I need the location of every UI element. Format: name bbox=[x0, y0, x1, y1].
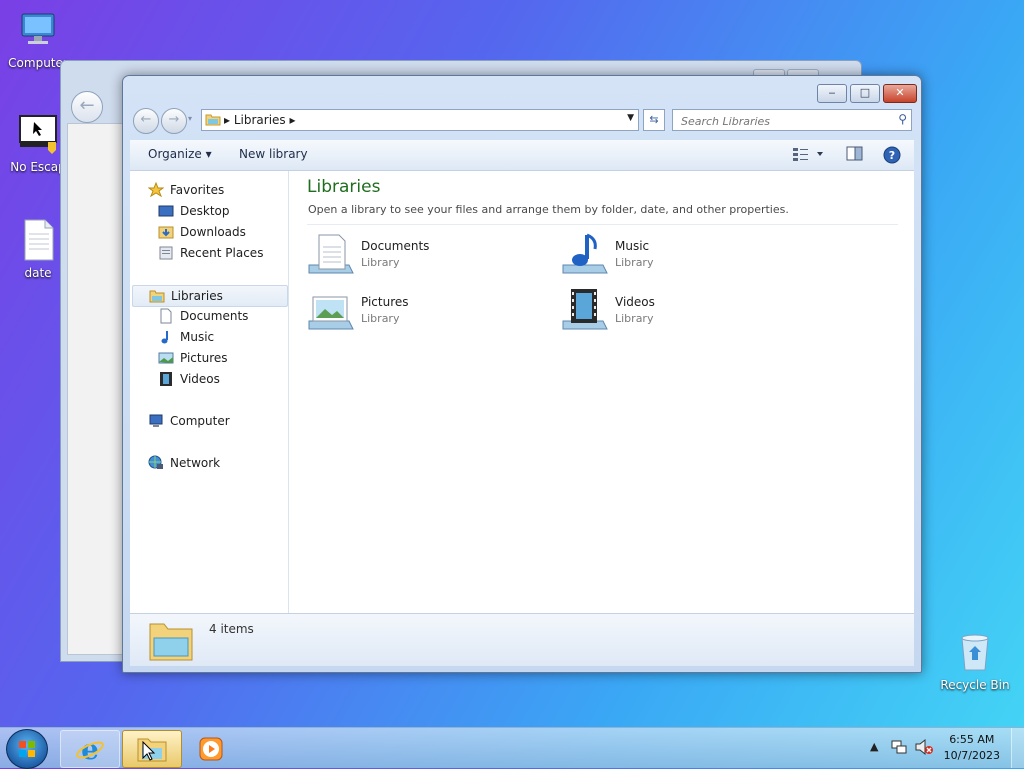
refresh-button[interactable]: ⇆ bbox=[643, 109, 665, 131]
taskbar-media-player[interactable] bbox=[184, 730, 242, 766]
navigation-bar: ← → ▾ ▸ Libraries ▸ ▼ ⇆ ⚲ bbox=[131, 106, 915, 134]
minimize-button[interactable]: ‒ bbox=[817, 84, 847, 103]
preview-pane-icon[interactable] bbox=[846, 146, 864, 165]
computer-small-icon bbox=[148, 413, 164, 429]
command-bar: Organize ▾ New library ? bbox=[130, 140, 914, 171]
library-videos[interactable]: Videos Library bbox=[561, 287, 791, 339]
nav-pictures[interactable]: Pictures bbox=[158, 348, 228, 368]
text-file-icon bbox=[16, 218, 60, 262]
nav-desktop[interactable]: Desktop bbox=[158, 201, 230, 221]
explorer-window[interactable]: ‒ □ ✕ ← → ▾ ▸ Libraries ▸ ▼ ⇆ ⚲ Organize… bbox=[122, 75, 922, 673]
search-input[interactable] bbox=[679, 112, 883, 130]
videos-library-icon bbox=[561, 287, 609, 335]
nav-recent-places[interactable]: Recent Places bbox=[158, 243, 263, 263]
new-library-button[interactable]: New library bbox=[239, 147, 308, 161]
shortcut-monitor-icon bbox=[16, 112, 60, 156]
nav-favorites[interactable]: Favorites bbox=[147, 180, 224, 200]
clock-date: 10/7/2023 bbox=[943, 749, 1000, 762]
pictures-icon bbox=[158, 350, 174, 366]
libraries-folder-icon bbox=[205, 113, 221, 126]
change-view-icon[interactable] bbox=[792, 146, 826, 165]
libraries-icon bbox=[149, 288, 165, 304]
library-documents[interactable]: Documents Library bbox=[307, 231, 537, 283]
address-breadcrumb[interactable]: ▸ Libraries ▸ bbox=[224, 113, 296, 127]
mouse-pointer-icon bbox=[142, 740, 156, 764]
maximize-button[interactable]: □ bbox=[850, 84, 880, 103]
nav-downloads[interactable]: Downloads bbox=[158, 222, 246, 242]
divider bbox=[307, 224, 898, 225]
computer-icon bbox=[16, 8, 60, 52]
nav-network[interactable]: Network bbox=[148, 453, 220, 473]
internet-explorer-icon: e bbox=[75, 733, 105, 766]
clock-time: 6:55 AM bbox=[949, 733, 995, 746]
downloads-folder-icon bbox=[158, 224, 174, 240]
system-clock[interactable]: 6:55 AM 10/7/2023 bbox=[944, 732, 1000, 764]
music-note-icon bbox=[158, 329, 174, 345]
show-desktop-button[interactable] bbox=[1011, 728, 1024, 768]
libraries-view: Libraries Open a library to see your fil… bbox=[289, 171, 914, 613]
page-title: Libraries bbox=[307, 177, 381, 197]
network-tray-icon[interactable] bbox=[890, 738, 908, 759]
recent-places-icon bbox=[158, 245, 174, 261]
libraries-large-icon bbox=[148, 618, 194, 665]
nav-libraries[interactable]: Libraries bbox=[132, 285, 288, 307]
documents-library-icon bbox=[307, 231, 355, 279]
taskbar-internet-explorer[interactable]: e bbox=[60, 730, 120, 768]
back-arrow-icon[interactable]: ← bbox=[71, 91, 103, 123]
navigation-pane: Favorites Desktop Downloads Recent Place… bbox=[130, 171, 289, 613]
windows-logo-icon bbox=[18, 740, 36, 758]
recent-pages-chevron-icon[interactable]: ▾ bbox=[188, 114, 192, 123]
nav-music[interactable]: Music bbox=[158, 327, 214, 347]
address-dropdown-icon[interactable]: ▼ bbox=[627, 113, 634, 123]
documents-icon bbox=[158, 308, 174, 324]
organize-button[interactable]: Organize ▾ bbox=[148, 147, 212, 161]
media-player-icon bbox=[198, 736, 226, 765]
nav-videos[interactable]: Videos bbox=[158, 369, 220, 389]
music-library-icon bbox=[561, 231, 609, 279]
search-box[interactable]: ⚲ bbox=[672, 109, 912, 131]
forward-button[interactable]: → bbox=[161, 108, 187, 134]
back-button[interactable]: ← bbox=[133, 108, 159, 134]
recycle-bin-icon bbox=[953, 630, 997, 674]
start-button[interactable] bbox=[6, 729, 48, 769]
item-count: 4 items bbox=[209, 622, 254, 636]
address-bar[interactable]: ▸ Libraries ▸ ▼ bbox=[201, 109, 639, 131]
library-pictures[interactable]: Pictures Library bbox=[307, 287, 537, 339]
volume-muted-icon[interactable] bbox=[914, 738, 934, 759]
svg-text:e: e bbox=[81, 735, 99, 763]
details-pane: 4 items bbox=[130, 613, 914, 666]
network-icon bbox=[148, 455, 164, 471]
search-icon: ⚲ bbox=[898, 112, 907, 126]
close-button[interactable]: ✕ bbox=[883, 84, 917, 103]
desktop-icon bbox=[158, 203, 174, 219]
nav-documents[interactable]: Documents bbox=[158, 306, 248, 326]
film-icon bbox=[158, 371, 174, 387]
library-music[interactable]: Music Library bbox=[561, 231, 791, 283]
explorer-content: Favorites Desktop Downloads Recent Place… bbox=[130, 171, 914, 613]
star-icon bbox=[147, 181, 165, 198]
show-hidden-icons-chevron-icon[interactable]: ▲ bbox=[870, 740, 878, 753]
page-description: Open a library to see your files and arr… bbox=[308, 203, 789, 216]
svg-text:?: ? bbox=[889, 149, 895, 162]
pictures-library-icon bbox=[307, 287, 355, 335]
desktop-icon-recycle-bin[interactable]: Recycle Bin bbox=[940, 630, 1010, 692]
nav-computer[interactable]: Computer bbox=[148, 411, 230, 431]
help-icon[interactable]: ? bbox=[883, 146, 901, 167]
